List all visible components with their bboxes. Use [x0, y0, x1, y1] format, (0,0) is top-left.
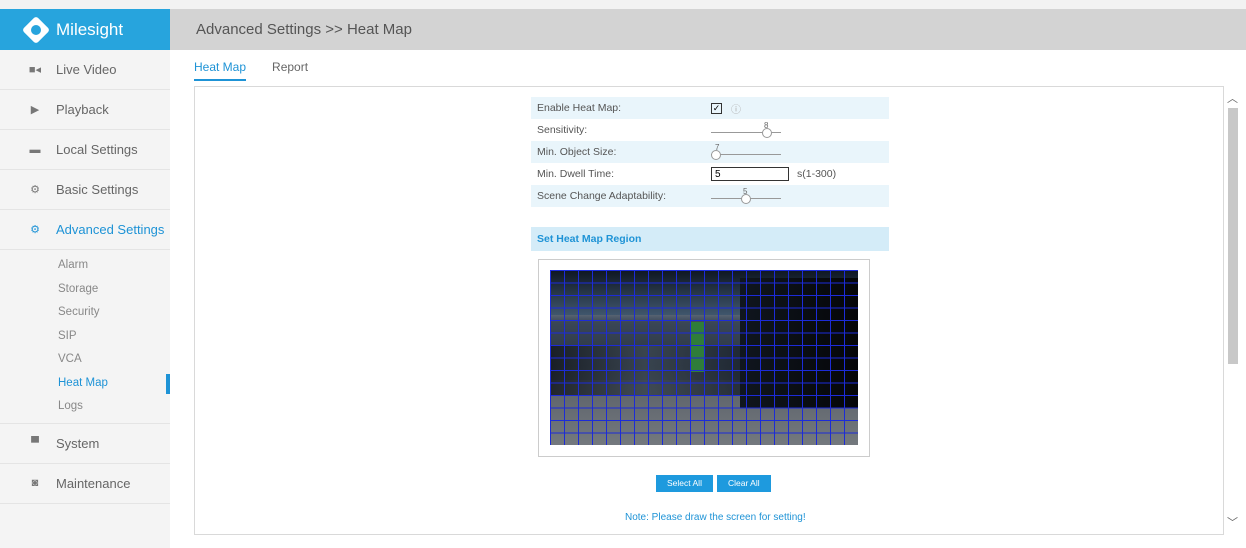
clear-all-button[interactable]: Clear All: [716, 475, 771, 492]
sidebar-item-advanced-settings[interactable]: ⚙ Advanced Settings: [0, 210, 170, 250]
milesight-logo-icon: [21, 15, 51, 44]
region-grid[interactable]: [550, 270, 858, 445]
scrollbar[interactable]: ︿ ﹀: [1225, 86, 1241, 535]
sidebar-subitem-alarm[interactable]: Alarm: [0, 254, 170, 278]
brand-name: Milesight: [56, 19, 124, 39]
tab-heat-map[interactable]: Heat Map: [194, 60, 247, 81]
scroll-down-icon[interactable]: ﹀: [1227, 514, 1238, 530]
sensitivity-label: Sensitivity:: [537, 124, 588, 136]
sidebar-item-label: Playback: [56, 102, 109, 117]
sidebar-item-system[interactable]: ▀ System: [0, 424, 170, 464]
sidebar-subitem-heat-map[interactable]: Heat Map: [0, 372, 170, 396]
sidebar-item-local-settings[interactable]: ▬ Local Settings: [0, 130, 170, 170]
scene-change-slider[interactable]: 5: [711, 185, 781, 207]
sidebar-subitem-logs[interactable]: Logs: [0, 395, 170, 419]
enable-heat-map-checkbox[interactable]: ✓: [711, 102, 722, 114]
monitor-icon: ▀: [31, 437, 39, 449]
sidebar-item-live-video[interactable]: ■◂ Live Video: [0, 50, 170, 90]
slider-handle[interactable]: [741, 194, 751, 204]
sidebar-item-label: Local Settings: [56, 142, 138, 157]
min-object-size-slider[interactable]: 7: [711, 141, 781, 163]
sidebar-item-label: Basic Settings: [56, 182, 139, 197]
min-dwell-time-input[interactable]: [711, 167, 789, 181]
sidebar-item-basic-settings[interactable]: ⚙ Basic Settings: [0, 170, 170, 210]
info-icon[interactable]: ⓘ: [731, 101, 741, 116]
sensitivity-row: Sensitivity: 8: [531, 119, 889, 141]
sidebar-item-label: System: [56, 435, 100, 451]
advanced-settings-submenu: Alarm Storage Security SIP VCA Heat Map …: [0, 250, 170, 424]
sidebar-item-label: Maintenance: [56, 475, 131, 491]
sidebar-item-label: Advanced Settings: [56, 222, 165, 237]
gear-icon: ⚙: [30, 184, 40, 196]
sidebar-item-maintenance[interactable]: ◙ Maintenance: [0, 464, 170, 504]
gears-icon: ⚙: [30, 224, 40, 236]
region-buttons: Select All Clear All: [656, 475, 775, 492]
scene-change-label: Scene Change Adaptability:: [537, 190, 667, 202]
sidebar-subitem-sip[interactable]: SIP: [0, 325, 170, 349]
scene-change-row: Scene Change Adaptability: 5: [531, 185, 889, 207]
folder-icon: ▬: [29, 143, 41, 156]
scrollbar-thumb[interactable]: [1228, 108, 1238, 364]
dwell-unit-label: s(1-300): [797, 168, 837, 180]
top-strip: [0, 0, 1246, 9]
min-object-size-row: Min. Object Size: 7: [531, 141, 889, 163]
heat-map-region-canvas[interactable]: [550, 270, 858, 445]
enable-heat-map-row: Enable Heat Map: ✓ ⓘ: [531, 97, 889, 119]
enable-heat-map-label: Enable Heat Map:: [537, 102, 622, 114]
tab-report[interactable]: Report: [272, 60, 308, 81]
sidebar-item-playback[interactable]: ▶ Playback: [0, 90, 170, 130]
slider-track: [711, 154, 781, 155]
page-title: Advanced Settings >> Heat Map: [170, 9, 1246, 50]
slider-handle[interactable]: [711, 150, 721, 160]
sidebar-subitem-storage[interactable]: Storage: [0, 278, 170, 302]
min-dwell-time-row: Min. Dwell Time: s(1-300): [531, 163, 889, 185]
sensitivity-slider[interactable]: 8: [711, 119, 781, 141]
scroll-up-icon[interactable]: ︿: [1227, 90, 1238, 106]
min-object-size-label: Min. Object Size:: [537, 146, 617, 158]
region-note: Note: Please draw the screen for setting…: [625, 512, 806, 523]
heat-map-settings-form: Enable Heat Map: ✓ ⓘ Sensitivity: 8 Min.…: [531, 97, 889, 207]
brand-logo[interactable]: Milesight: [0, 9, 170, 50]
sidebar-item-label: Live Video: [56, 62, 117, 77]
play-icon: ▶: [30, 104, 40, 116]
slider-handle[interactable]: [762, 128, 772, 138]
set-heat-map-region-header: Set Heat Map Region: [531, 227, 889, 251]
min-dwell-time-label: Min. Dwell Time:: [537, 168, 615, 180]
camera-icon: ◙: [31, 477, 39, 489]
tab-bar: Heat Map Report: [194, 60, 334, 81]
sidebar: Milesight ■◂ Live Video ▶ Playback ▬ Loc…: [0, 9, 170, 548]
select-all-button[interactable]: Select All: [656, 475, 713, 492]
video-camera-icon: ■◂: [28, 64, 42, 76]
sidebar-subitem-vca[interactable]: VCA: [0, 348, 170, 372]
sidebar-subitem-security[interactable]: Security: [0, 301, 170, 325]
